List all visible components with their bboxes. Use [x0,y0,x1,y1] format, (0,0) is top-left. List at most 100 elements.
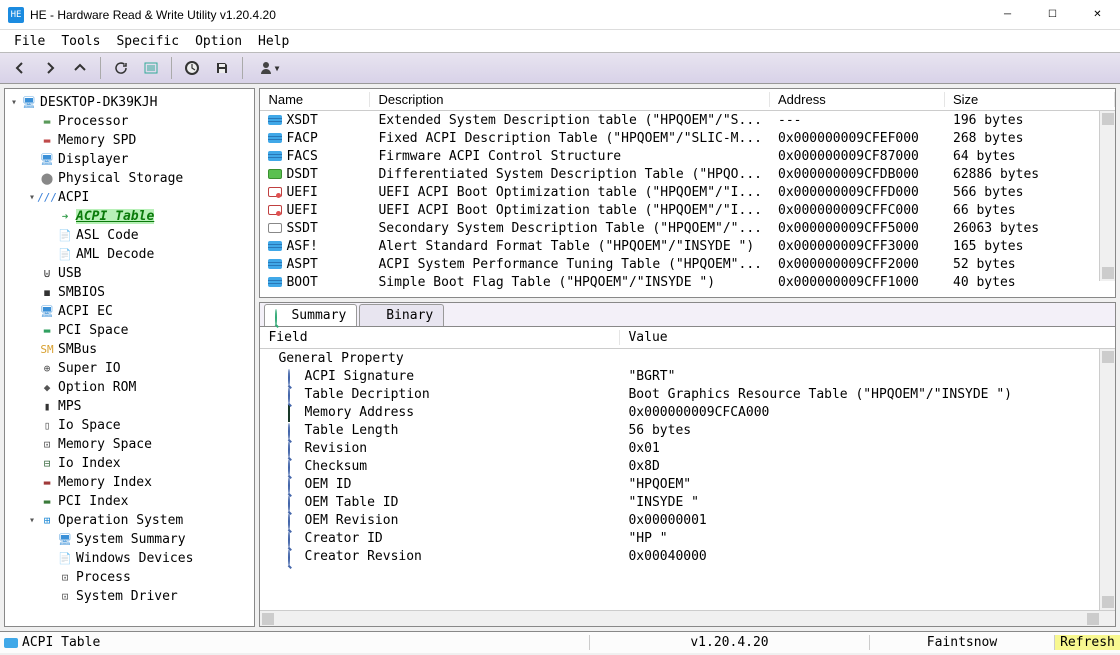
tree-label: Memory SPD [58,133,136,148]
vertical-scrollbar[interactable] [1099,111,1115,281]
tree-item[interactable]: 📄ASL Code [7,226,252,245]
forward-button[interactable] [36,56,64,80]
cell-desc: Simple Boot Flag Table ("HPQOEM"/"INSYDE… [370,275,770,290]
tree-icon: ▬ [39,476,55,490]
cell-desc: ACPI System Performance Tuning Table ("H… [370,257,770,272]
cell-addr: --- [770,113,945,128]
close-button[interactable]: ✕ [1075,0,1120,30]
tree-item[interactable]: ▾///ACPI [7,188,252,207]
tree-item[interactable]: ▬Memory Index [7,473,252,492]
expand-icon[interactable]: ▾ [25,515,39,526]
detail-row[interactable]: Checksum0x8D [260,457,1115,475]
tree-item[interactable]: ▬PCI Space [7,321,252,340]
detail-row[interactable]: Revision0x01 [260,439,1115,457]
tree-item[interactable]: SMSMBus [7,340,252,359]
tree-icon: 📄 [57,229,73,243]
tree-item[interactable]: ⬤Physical Storage [7,169,252,188]
detail-row[interactable]: Table Length56 bytes [260,421,1115,439]
tree-icon: ◆ [39,381,55,395]
tree-label: Physical Storage [58,171,183,186]
col-description[interactable]: Description [370,92,770,107]
tree-label: Windows Devices [76,551,193,566]
navigation-tree[interactable]: ▾🖥DESKTOP-DK39KJH▬Processor▬Memory SPD🖥D… [4,88,255,627]
tree-item[interactable]: ▬Memory SPD [7,131,252,150]
tree-item[interactable]: 📄AML Decode [7,245,252,264]
cell-name: UEFI [286,185,317,200]
expand-icon[interactable]: ▾ [7,97,21,108]
clock-button[interactable] [178,56,206,80]
vertical-scrollbar[interactable] [1099,349,1115,610]
save-button[interactable] [208,56,236,80]
detail-row[interactable]: OEM ID"HPQOEM" [260,475,1115,493]
row-icon [268,151,282,161]
detail-row[interactable]: Table DecriptionBoot Graphics Resource T… [260,385,1115,403]
tree-item[interactable]: 🖥Displayer [7,150,252,169]
minimize-button[interactable]: ─ [985,0,1030,30]
tab-summary[interactable]: Summary [264,304,357,326]
detail-row[interactable]: ACPI Signature"BGRT" [260,367,1115,385]
tree-item[interactable]: ⊡Process [7,568,252,587]
tree-item[interactable]: ⊡Memory Space [7,435,252,454]
menu-help[interactable]: Help [250,32,297,51]
detail-row[interactable]: OEM Revision0x00000001 [260,511,1115,529]
tab-binary[interactable]: Binary [359,304,444,326]
tree-item[interactable]: ▬Processor [7,112,252,131]
col-size[interactable]: Size [945,92,1115,107]
tree-item[interactable]: ▬PCI Index [7,492,252,511]
cell-addr: 0x000000009CFF5000 [770,221,945,236]
tree-item[interactable]: ⊎USB [7,264,252,283]
table-row[interactable]: ASPTACPI System Performance Tuning Table… [260,255,1115,273]
table-row[interactable]: UEFIUEFI ACPI Boot Optimization table ("… [260,183,1115,201]
tree-item[interactable]: ➜ACPI Table [7,207,252,226]
table-row[interactable]: XSDTExtended System Description table ("… [260,111,1115,129]
maximize-button[interactable]: ☐ [1030,0,1075,30]
tree-label: Super IO [58,361,121,376]
field-value: Boot Graphics Resource Table ("HPQOEM"/"… [620,387,1115,402]
user-dropdown[interactable]: ▼ [249,56,289,80]
horizontal-scrollbar[interactable] [260,610,1115,626]
field-value: "HPQOEM" [620,477,1115,492]
detail-row[interactable]: Memory Address0x000000009CFCA000 [260,403,1115,421]
table-row[interactable]: BOOTSimple Boot Flag Table ("HPQOEM"/"IN… [260,273,1115,291]
menu-tools[interactable]: Tools [53,32,108,51]
menu-option[interactable]: Option [187,32,250,51]
table-row[interactable]: UEFIUEFI ACPI Boot Optimization table ("… [260,201,1115,219]
table-row[interactable]: ASF!Alert Standard Format Table ("HPQOEM… [260,237,1115,255]
tree-item[interactable]: ▮MPS [7,397,252,416]
db-icon [4,638,18,648]
tree-item[interactable]: 🖥System Summary [7,530,252,549]
tree-item[interactable]: ▯Io Space [7,416,252,435]
tree-item[interactable]: ▾🖥DESKTOP-DK39KJH [7,93,252,112]
detail-group[interactable]: General Property [260,349,1115,367]
detail-row[interactable]: OEM Table ID"INSYDE " [260,493,1115,511]
tree-item[interactable]: ⊡System Driver [7,587,252,606]
col-address[interactable]: Address [770,92,945,107]
tree-icon: ⊞ [39,514,55,528]
tree-item[interactable]: ▾⊞Operation System [7,511,252,530]
toolbar: ▼ [0,52,1120,84]
tree-item[interactable]: ◆Option ROM [7,378,252,397]
detail-row[interactable]: Creator ID"HP " [260,529,1115,547]
up-button[interactable] [66,56,94,80]
tree-item[interactable]: ⊕Super IO [7,359,252,378]
row-icon [268,277,282,287]
back-button[interactable] [6,56,34,80]
table-row[interactable]: FACPFixed ACPI Description Table ("HPQOE… [260,129,1115,147]
cell-name: ASF! [286,239,317,254]
table-row[interactable]: SSDTSecondary System Description Table (… [260,219,1115,237]
col-value[interactable]: Value [620,330,1115,345]
tree-item[interactable]: 🖥ACPI EC [7,302,252,321]
menu-file[interactable]: File [6,32,53,51]
col-field[interactable]: Field [260,330,620,345]
col-name[interactable]: Name [260,92,370,107]
checklist-button[interactable] [137,56,165,80]
table-row[interactable]: FACSFirmware ACPI Control Structure0x000… [260,147,1115,165]
menu-specific[interactable]: Specific [108,32,187,51]
detail-row[interactable]: Creator Revsion0x00040000 [260,547,1115,565]
tree-item[interactable]: ⊟Io Index [7,454,252,473]
tree-item[interactable]: ◼SMBIOS [7,283,252,302]
refresh-link[interactable]: Refresh [1055,635,1120,650]
table-row[interactable]: DSDTDifferentiated System Description Ta… [260,165,1115,183]
tree-item[interactable]: 📄Windows Devices [7,549,252,568]
refresh-button[interactable] [107,56,135,80]
